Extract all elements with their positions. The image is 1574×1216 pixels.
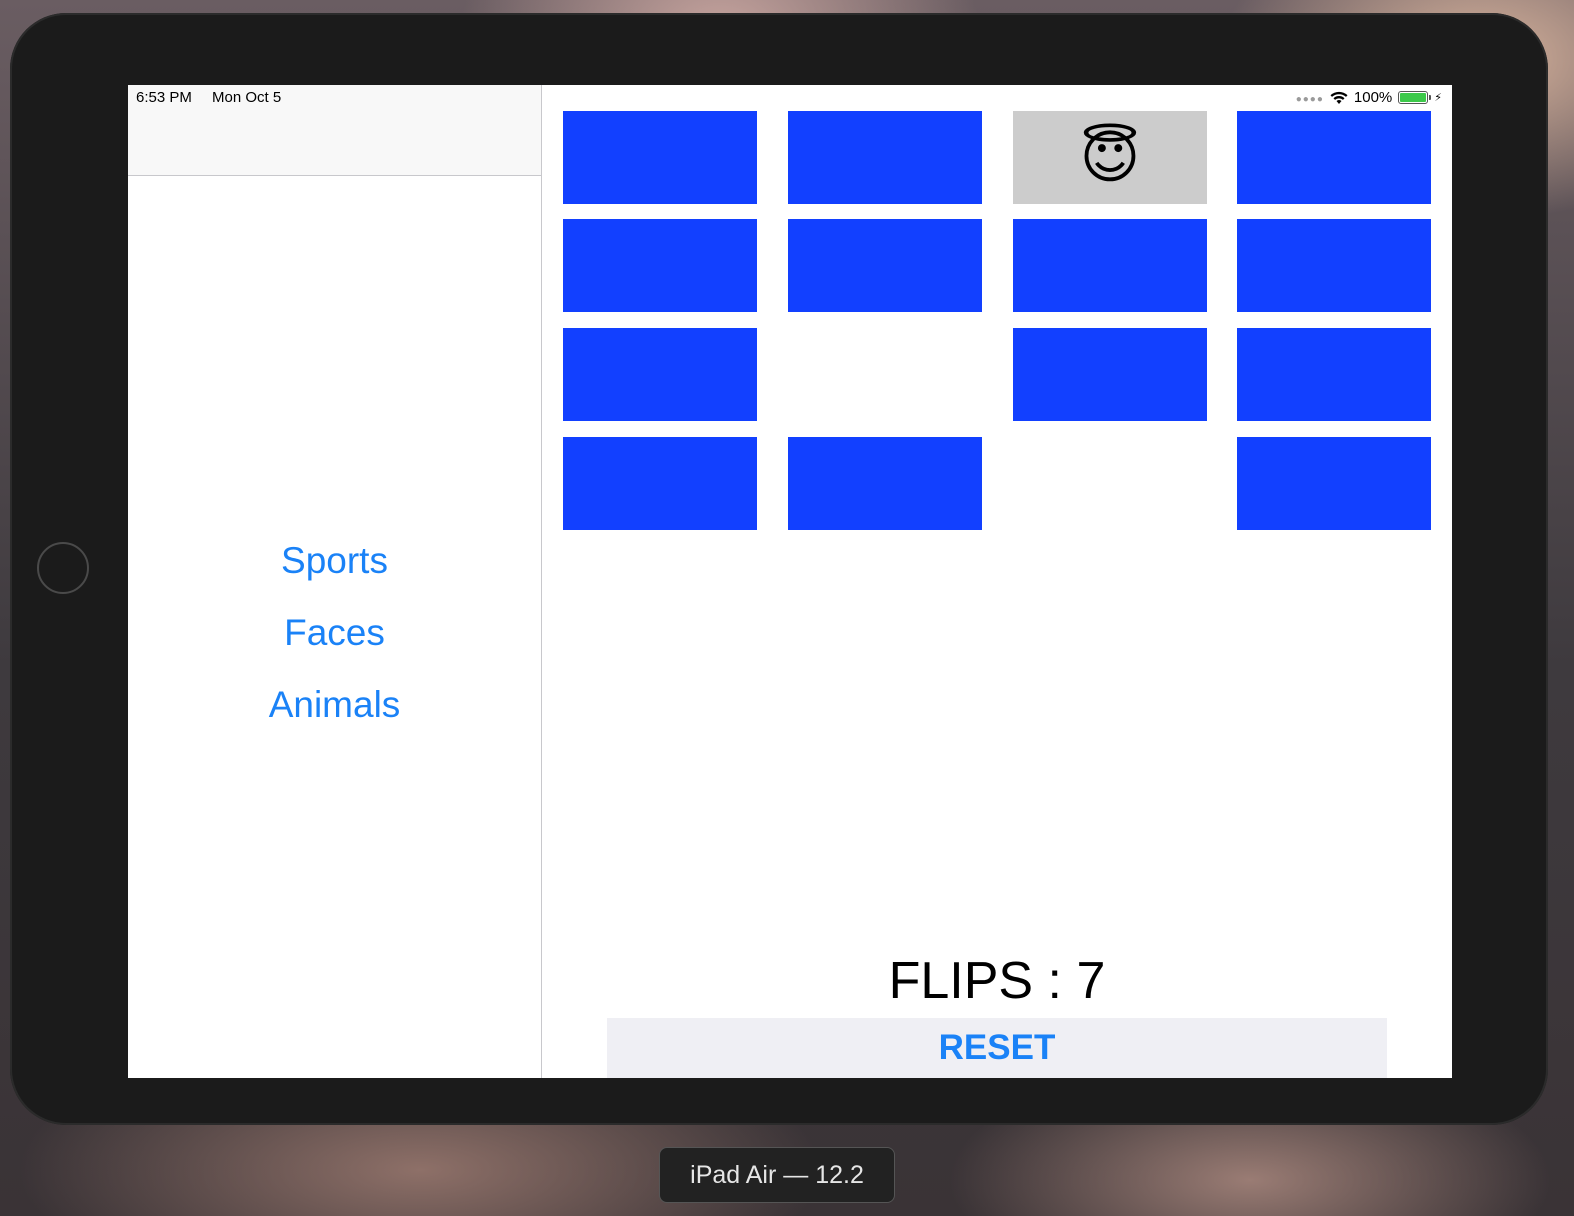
card-matched xyxy=(1013,437,1207,530)
card-face-down[interactable] xyxy=(1237,219,1431,312)
status-time: 6:53 PM xyxy=(136,89,192,106)
card-face-down[interactable] xyxy=(788,219,982,312)
battery-icon xyxy=(1398,91,1432,104)
battery-percentage: 100% xyxy=(1353,89,1393,106)
simulator-device-label: iPad Air — 12.2 xyxy=(659,1147,895,1203)
card-emoji: 😇 xyxy=(1079,124,1141,190)
card-face-down[interactable] xyxy=(1237,328,1431,421)
status-date: Mon Oct 5 xyxy=(212,89,282,106)
theme-button-animals[interactable]: Animals xyxy=(269,669,401,741)
card-face-down[interactable] xyxy=(563,111,757,204)
reset-button[interactable]: RESET xyxy=(607,1018,1387,1078)
battery-level-fill xyxy=(1400,93,1427,102)
theme-button-sports[interactable]: Sports xyxy=(281,525,388,597)
theme-chooser-pane: 6:53 PM Mon Oct 5 Sports Faces Animals xyxy=(128,85,542,1078)
theme-list: Sports Faces Animals xyxy=(128,525,541,741)
card-face-down[interactable] xyxy=(563,437,757,530)
card-matched xyxy=(788,328,982,421)
status-bar-right: ●●●● 100% ⚡ xyxy=(1296,89,1442,106)
app-screen: 6:53 PM Mon Oct 5 Sports Faces Animals ●… xyxy=(128,85,1452,1078)
cellular-dots-icon: ●●●● xyxy=(1295,94,1324,105)
home-button[interactable] xyxy=(37,542,89,594)
ipad-device-frame: 6:53 PM Mon Oct 5 Sports Faces Animals ●… xyxy=(10,13,1548,1125)
card-face-down[interactable] xyxy=(1237,111,1431,204)
card-face-down[interactable] xyxy=(1237,437,1431,530)
card-face-down[interactable] xyxy=(563,219,757,312)
card-face-down[interactable] xyxy=(788,437,982,530)
theme-button-faces[interactable]: Faces xyxy=(284,597,385,669)
flip-count-label: FLIPS : 7 xyxy=(888,952,1106,1010)
card-face-down[interactable] xyxy=(563,328,757,421)
card-face-down[interactable] xyxy=(1013,328,1207,421)
card-face-down[interactable] xyxy=(1013,219,1207,312)
master-navigation-bar: 6:53 PM Mon Oct 5 xyxy=(128,85,541,176)
card-face-down[interactable] xyxy=(788,111,982,204)
wifi-icon xyxy=(1330,91,1348,104)
bolt-icon: ⚡ xyxy=(1434,92,1442,104)
card-face-up[interactable]: 😇 xyxy=(1013,111,1207,204)
